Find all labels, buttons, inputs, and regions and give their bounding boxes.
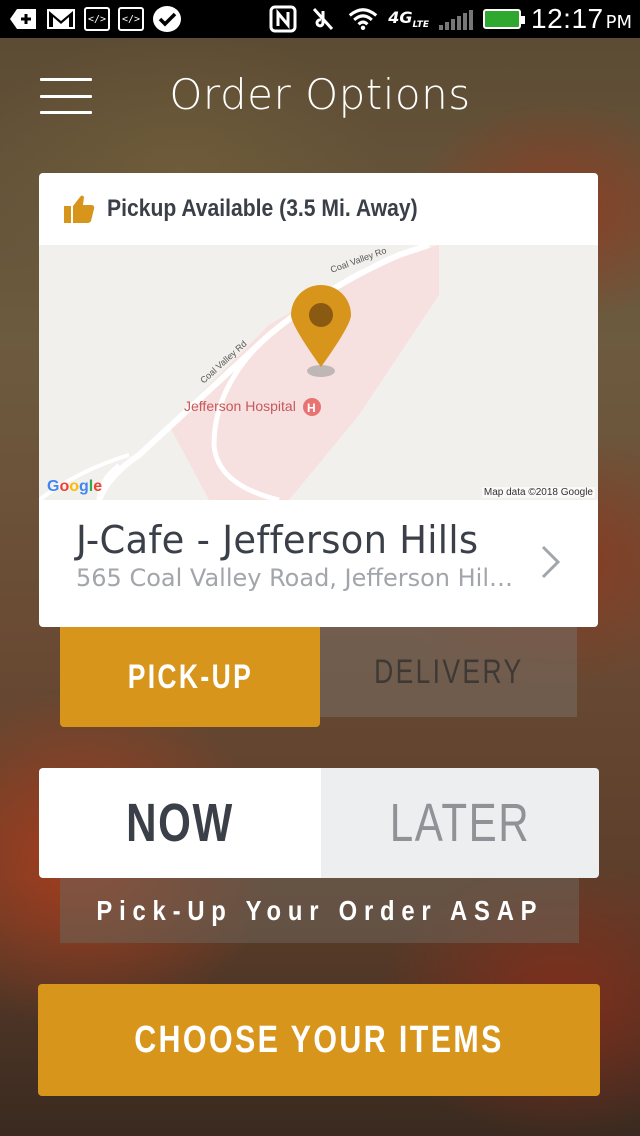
page-title: Order Options bbox=[169, 70, 471, 119]
store-name: J-Cafe - Jefferson Hills bbox=[76, 518, 479, 562]
pickup-availability: Pickup Available (3.5 Mi. Away) bbox=[39, 173, 598, 245]
map-attribution: Map data ©2018 Google bbox=[481, 487, 595, 498]
battery-icon bbox=[483, 9, 526, 29]
chevron-right-icon bbox=[541, 545, 561, 579]
hospital-label: Jefferson Hospital bbox=[184, 398, 296, 414]
wifi-icon bbox=[348, 7, 378, 31]
store-location-row[interactable]: J-Cafe - Jefferson Hills 565 Coal Valley… bbox=[39, 500, 598, 627]
nfc-icon bbox=[268, 5, 298, 33]
network-type: 4GLTE bbox=[388, 7, 430, 31]
status-bar: </> </> 4GLTE 12:17 PM bbox=[0, 0, 640, 38]
gmail-icon bbox=[46, 7, 76, 31]
pickup-available-text: Pickup Available (3.5 Mi. Away) bbox=[107, 195, 418, 222]
location-card: Pickup Available (3.5 Mi. Away) H Coal V… bbox=[39, 173, 598, 627]
clock: 12:17 PM bbox=[531, 3, 632, 34]
google-logo: Google bbox=[47, 478, 103, 495]
code-icon: </> bbox=[118, 7, 144, 31]
later-button[interactable]: LATER bbox=[321, 768, 599, 878]
order-type-toggle: DELIVERY PICK-UP bbox=[60, 627, 577, 727]
now-button[interactable]: NOW bbox=[39, 768, 321, 878]
thumbs-up-icon bbox=[64, 195, 95, 223]
svg-text:H: H bbox=[307, 401, 316, 415]
timing-toggle: NOW LATER bbox=[39, 768, 599, 878]
mute-icon bbox=[308, 7, 338, 31]
pickup-button[interactable]: PICK-UP bbox=[60, 627, 320, 727]
signal-icon bbox=[439, 8, 474, 30]
choose-items-button[interactable]: CHOOSE YOUR ITEMS bbox=[38, 984, 600, 1096]
add-icon bbox=[8, 7, 38, 31]
store-address: 565 Coal Valley Road, Jefferson Hills, P… bbox=[76, 564, 516, 592]
map-view[interactable]: H Coal Valley Ro Coal Valley Rd Jefferso… bbox=[39, 245, 598, 500]
code-icon: </> bbox=[84, 7, 110, 31]
check-badge-icon bbox=[152, 6, 182, 32]
delivery-button[interactable]: DELIVERY bbox=[320, 627, 577, 717]
timing-note: Pick-Up Your Order ASAP bbox=[60, 878, 579, 943]
